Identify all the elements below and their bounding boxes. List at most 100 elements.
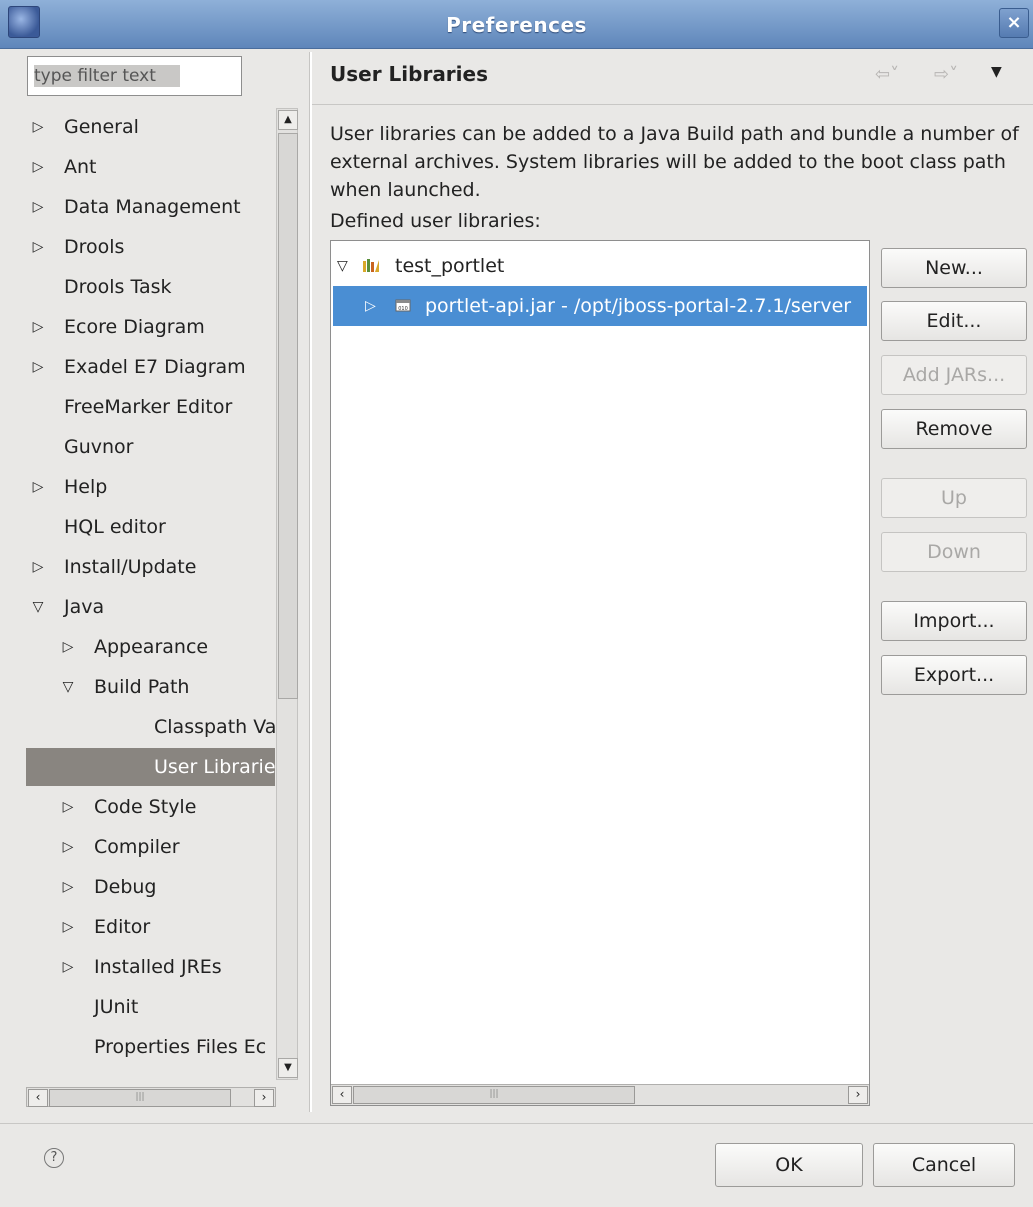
scroll-thumb[interactable]: ||| (353, 1086, 635, 1104)
preference-tree[interactable]: ▷ General ▷ Ant ▷ Data Management ▷ Drools Drool… (26, 108, 275, 1076)
add-jars-button[interactable]: Add JARs... (881, 355, 1027, 395)
library-row[interactable]: ▽ test_portlet (333, 246, 867, 286)
tree-item[interactable]: JUnit (26, 988, 275, 1026)
window-title: Preferences (446, 13, 587, 37)
expand-icon[interactable]: ▷ (30, 548, 46, 586)
view-menu-icon[interactable]: ▼ (991, 64, 1002, 80)
forward-icon[interactable]: ⇨˅ (934, 64, 958, 85)
tree-item[interactable]: User Libraries (26, 748, 275, 786)
scroll-left-icon[interactable]: ‹ (332, 1086, 352, 1104)
tree-item-label: Build Path (94, 676, 190, 698)
page-description: User libraries can be added to a Java Bu… (330, 123, 1019, 201)
tree-item-label: Guvnor (64, 436, 134, 458)
library-label: test_portlet (395, 255, 505, 277)
user-libraries-list[interactable]: ▽ test_portlet ▷ 010 portlet-api.jar - /… (330, 240, 870, 1106)
export-button[interactable]: Export... (881, 655, 1027, 695)
filter-input[interactable] (28, 57, 241, 95)
expand-icon[interactable]: ▷ (30, 308, 46, 346)
tree-item-label: Appearance (94, 636, 209, 658)
tree-item[interactable]: ▷ Compiler (26, 828, 275, 866)
tree-item[interactable]: ▷ Appearance (26, 628, 275, 666)
jar-label: portlet-api.jar - /opt/jboss-portal-2.7.… (425, 295, 852, 317)
tree-item[interactable]: Guvnor (26, 428, 275, 466)
scroll-up-icon[interactable]: ▲ (278, 110, 298, 130)
expand-icon[interactable]: ▷ (60, 788, 76, 826)
tree-horizontal-scrollbar[interactable]: ‹ ||| › (26, 1087, 276, 1107)
down-button[interactable]: Down (881, 532, 1027, 572)
expand-icon[interactable]: ▷ (30, 468, 46, 506)
tree-item[interactable]: FreeMarker Editor (26, 388, 275, 426)
tree-item[interactable]: HQL editor (26, 508, 275, 546)
tree-item[interactable]: ▷ Install/Update (26, 548, 275, 586)
cancel-button[interactable]: Cancel (873, 1143, 1015, 1187)
edit-button[interactable]: Edit... (881, 301, 1027, 341)
footer-separator (0, 1123, 1033, 1124)
expand-icon[interactable]: ▷ (60, 948, 76, 986)
tree-item[interactable]: ▷ Data Management (26, 188, 275, 226)
scroll-right-icon[interactable]: › (848, 1086, 868, 1104)
tree-item[interactable]: ▷ Ant (26, 148, 275, 186)
expand-icon[interactable]: ▷ (30, 188, 46, 226)
page-title: User Libraries (330, 62, 488, 86)
expand-icon[interactable]: ▷ (60, 828, 76, 866)
tree-item[interactable]: ▷ Code Style (26, 788, 275, 826)
tree-item[interactable]: ▽ Java (26, 588, 275, 626)
title-bar: Preferences × (0, 0, 1033, 49)
expand-icon[interactable]: ▷ (60, 868, 76, 906)
tree-item-label: Java (64, 596, 105, 618)
list-horizontal-scrollbar[interactable]: ‹ ||| › (331, 1084, 869, 1105)
expand-icon[interactable]: ▽ (60, 668, 76, 706)
expand-icon[interactable]: ▷ (30, 228, 46, 266)
tree-vertical-scrollbar[interactable]: ▲ ▼ (276, 108, 298, 1080)
pane-divider[interactable] (309, 52, 312, 1112)
tree-item[interactable]: Classpath Varia (26, 708, 275, 746)
tree-item-label: Classpath Varia (154, 716, 275, 738)
svg-text:010: 010 (398, 306, 408, 312)
expand-icon[interactable]: ▷ (60, 908, 76, 946)
import-button[interactable]: Import... (881, 601, 1027, 641)
new-button[interactable]: New... (881, 248, 1027, 288)
tree-item[interactable]: ▷ General (26, 108, 275, 146)
tree-item[interactable]: ▽ Build Path (26, 668, 275, 706)
ok-button[interactable]: OK (715, 1143, 863, 1187)
scroll-right-icon[interactable]: › (254, 1089, 274, 1107)
expand-icon[interactable]: ▷ (30, 108, 46, 146)
scroll-down-icon[interactable]: ▼ (278, 1058, 298, 1078)
expand-icon[interactable]: ▷ (365, 286, 376, 326)
tree-item[interactable]: ▷ Debug (26, 868, 275, 906)
scroll-left-icon[interactable]: ‹ (28, 1089, 48, 1107)
tree-item-label: User Libraries (154, 756, 275, 778)
tree-item[interactable]: ▷ Exadel E7 Diagram (26, 348, 275, 386)
scroll-thumb[interactable]: ||| (49, 1089, 231, 1107)
remove-button[interactable]: Remove (881, 409, 1027, 449)
up-button[interactable]: Up (881, 478, 1027, 518)
header-separator (312, 104, 1033, 105)
tree-item[interactable]: ▷ Installed JREs (26, 948, 275, 986)
expand-icon[interactable]: ▽ (337, 246, 348, 286)
scroll-thumb[interactable] (278, 133, 298, 699)
close-icon[interactable]: × (999, 8, 1029, 38)
expand-icon[interactable]: ▽ (30, 588, 46, 626)
expand-icon[interactable]: ▷ (60, 628, 76, 666)
expand-icon[interactable]: ▷ (30, 348, 46, 386)
tree-item-label: JUnit (94, 996, 139, 1018)
tree-item[interactable]: Drools Task (26, 268, 275, 306)
tree-item[interactable]: ▷ Ecore Diagram (26, 308, 275, 346)
tree-item-label: HQL editor (64, 516, 166, 538)
tree-item-label: Ant (64, 156, 97, 178)
tree-item[interactable]: Properties Files Ec (26, 1028, 275, 1066)
tree-item[interactable]: ▷ Drools (26, 228, 275, 266)
tree-item[interactable]: ▷ Help (26, 468, 275, 506)
tree-item-label: Drools (64, 236, 125, 258)
help-icon[interactable]: ? (44, 1148, 64, 1168)
back-icon[interactable]: ⇦˅ (875, 64, 899, 85)
library-row-selected[interactable]: ▷ 010 portlet-api.jar - /opt/jboss-porta… (333, 286, 867, 326)
tree-item-label: Compiler (94, 836, 180, 858)
tree-item-label: Drools Task (64, 276, 172, 298)
jar-icon: 010 (395, 299, 411, 312)
expand-icon[interactable]: ▷ (30, 148, 46, 186)
tree-item[interactable]: ▷ Editor (26, 908, 275, 946)
tree-item-label: FreeMarker Editor (64, 396, 233, 418)
tree-item-label: Code Style (94, 796, 197, 818)
filter-field[interactable] (27, 56, 242, 96)
